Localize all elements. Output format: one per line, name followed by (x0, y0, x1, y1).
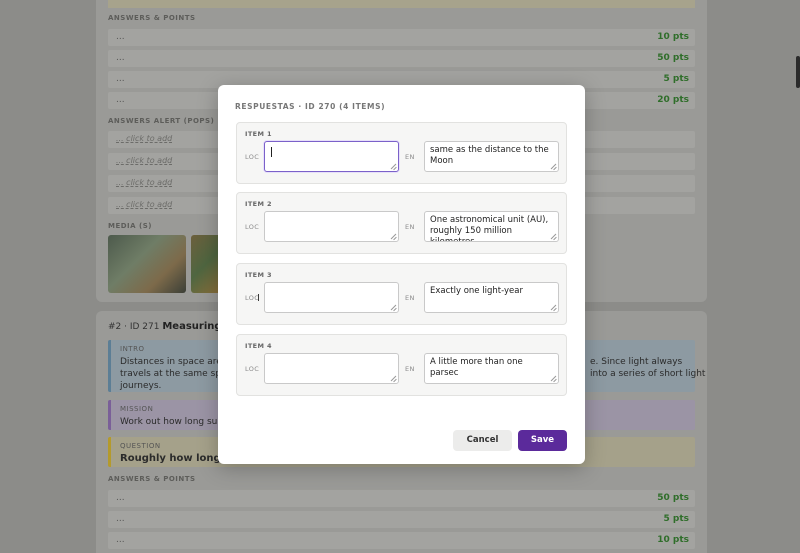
resize-grip-icon[interactable] (390, 163, 396, 169)
resize-grip-icon[interactable] (390, 375, 396, 381)
item-label: ITEM 2 (245, 200, 272, 208)
points-value: 5 pts (663, 514, 690, 524)
item-label: ITEM 4 (245, 342, 272, 350)
question-label: QUESTION (120, 442, 161, 450)
resize-grip-icon[interactable] (550, 304, 556, 310)
answer-row[interactable]: ... 50 pts (108, 50, 695, 67)
media-thumbnail[interactable] (108, 235, 186, 293)
intro-label: INTRO (120, 345, 145, 353)
page-scrollbar[interactable] (796, 56, 800, 88)
loc-textarea[interactable] (264, 141, 399, 172)
answer-row[interactable]: ... 5 pts (108, 511, 695, 528)
points-value: 50 pts (657, 53, 689, 63)
item-label: ITEM 1 (245, 130, 272, 138)
en-label: EN (405, 365, 415, 373)
translation-item: ITEM 1 LOC EN out 384,000 kilometres, th… (236, 122, 567, 184)
en-label: EN (405, 153, 415, 161)
mission-text: Work out how long sunlig (120, 417, 234, 427)
en-textarea[interactable]: out 384,000 kilometres, the same as the … (424, 141, 559, 172)
resize-grip-icon[interactable] (550, 233, 556, 239)
ibeam-cursor-icon: I (257, 293, 260, 304)
translation-modal: RESPUESTAS · ID 270 (4 ITEMS) ITEM 1 LOC… (218, 85, 585, 464)
answer-row[interactable]: ... 50 pts (108, 490, 695, 507)
points-value: 10 pts (657, 535, 689, 545)
question-id: #2 · ID 271 (108, 322, 160, 332)
resize-grip-icon[interactable] (550, 163, 556, 169)
resize-grip-icon[interactable] (390, 233, 396, 239)
translation-item: ITEM 4 LOC EN A little more than one par… (236, 334, 567, 396)
text-caret (271, 147, 272, 157)
answer-row[interactable]: ... 10 pts (108, 532, 695, 549)
en-textarea[interactable]: A little more than one parsec (424, 353, 559, 384)
points-value: 5 pts (663, 74, 690, 84)
loc-label: LOC (245, 365, 260, 373)
points-value: 10 pts (657, 32, 689, 42)
media-label: MEDIA (S) (108, 222, 152, 230)
loc-label: LOC (245, 153, 260, 161)
question-highlight-band (108, 0, 695, 8)
answers-alert-label: ANSWERS ALERT (POPS) (108, 117, 215, 125)
points-value: 20 pts (657, 95, 689, 105)
modal-title: RESPUESTAS · ID 270 (4 ITEMS) (235, 102, 386, 111)
en-label: EN (405, 223, 415, 231)
points-value: 50 pts (657, 493, 689, 503)
loc-label: LOC (245, 223, 260, 231)
resize-grip-icon[interactable] (390, 304, 396, 310)
answers-points-label: ANSWERS & POINTS (108, 14, 196, 22)
answer-row[interactable]: ... 10 pts (108, 29, 695, 46)
answers-points-label: ANSWERS & POINTS (108, 475, 196, 483)
loc-textarea[interactable] (264, 282, 399, 313)
en-textarea[interactable]: One astronomical unit (AU), roughly 150 … (424, 211, 559, 242)
en-label: EN (405, 294, 415, 302)
intro-text-right: e. Since light always into a series of s… (590, 357, 706, 379)
save-button[interactable]: Save (518, 430, 567, 451)
translation-item: ITEM 2 LOC EN One astronomical unit (AU)… (236, 192, 567, 254)
mission-label: MISSION (120, 405, 154, 413)
translation-item: ITEM 3 LOC EN Exactly one light-year (236, 263, 567, 325)
media-thumbnail[interactable] (191, 235, 221, 293)
cancel-button[interactable]: Cancel (453, 430, 512, 451)
item-label: ITEM 3 (245, 271, 272, 279)
en-textarea[interactable]: Exactly one light-year (424, 282, 559, 313)
loc-textarea[interactable] (264, 211, 399, 242)
resize-grip-icon[interactable] (550, 375, 556, 381)
loc-textarea[interactable] (264, 353, 399, 384)
